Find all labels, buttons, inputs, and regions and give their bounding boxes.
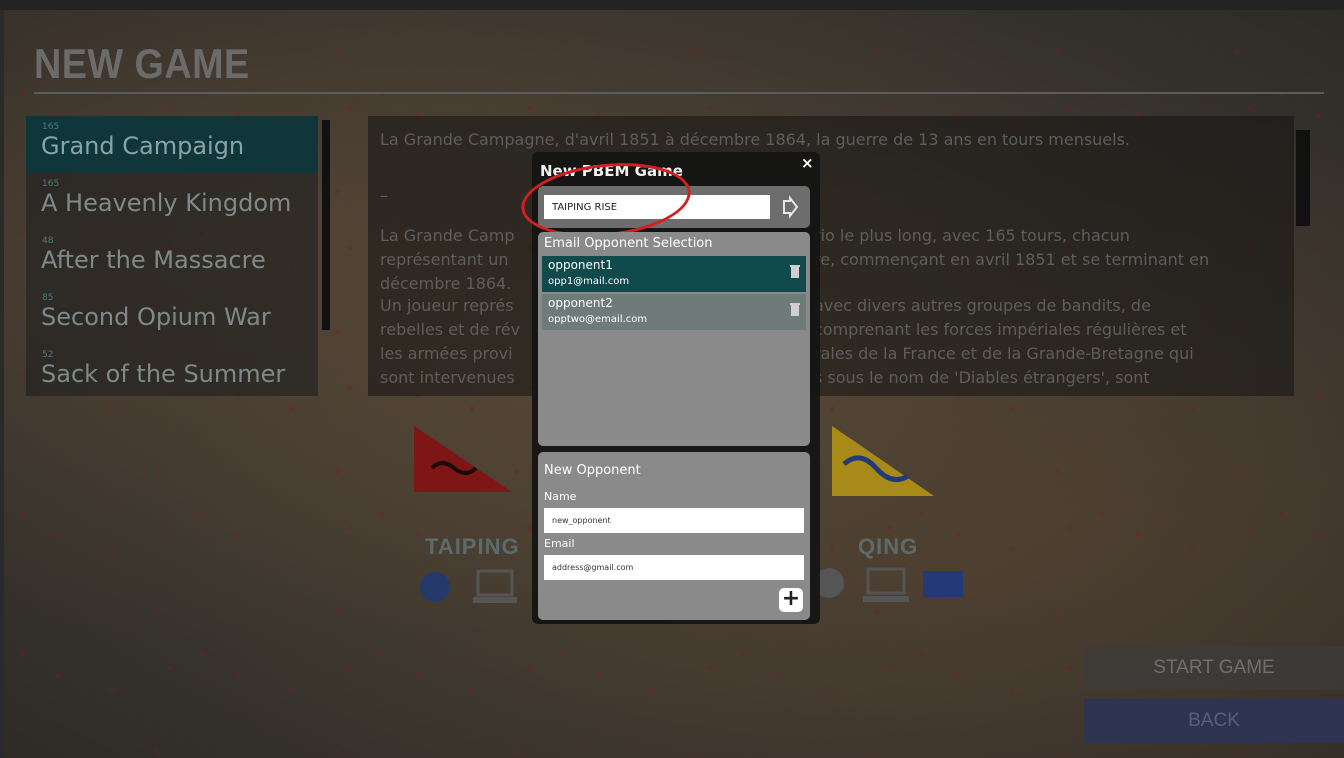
description-line: sont intervenues: [380, 368, 515, 387]
scenario-turns: 165: [42, 122, 60, 132]
title-divider: [34, 92, 1324, 94]
page-title: NEW GAME: [34, 40, 250, 87]
opponent-selection-title: Email Opponent Selection: [544, 236, 713, 251]
trash-icon[interactable]: [790, 302, 800, 316]
description-line: décembre 1864.: [380, 274, 512, 293]
qing-flag-icon: [832, 426, 934, 496]
scenario-scrollbar[interactable]: [322, 120, 330, 330]
opponent-name: opponent1: [548, 258, 613, 272]
opponent-row[interactable]: opponent1 opp1@mail.com: [542, 256, 806, 292]
scenario-turns: 165: [42, 179, 60, 189]
scenario-description: La Grande Campagne, d'avril 1851 à décem…: [368, 116, 1294, 396]
window-top-bar: [0, 0, 1344, 10]
computer-player-icon[interactable]: [862, 566, 910, 606]
scenario-name: Sack of the Summer: [41, 360, 286, 388]
description-line: les armées provi: [380, 344, 513, 363]
add-opponent-button[interactable]: +: [779, 588, 803, 612]
description-line: représentant un: [380, 250, 509, 269]
faction-label-taiping: TAIPING: [425, 534, 520, 559]
scenario-name: After the Massacre: [41, 246, 266, 274]
scenario-item-second-opium-war[interactable]: 85 Second Opium War: [26, 287, 318, 344]
email-label: Email: [544, 537, 575, 550]
description-line: rebelles et de rév: [380, 320, 521, 339]
opponent-email-input[interactable]: [544, 555, 804, 580]
description-line: rio le plus long, avec 165 tours, chacun: [814, 226, 1130, 245]
taiping-flag-icon: [414, 426, 512, 492]
scenario-item-heavenly-kingdom[interactable]: 165 A Heavenly Kingdom: [26, 173, 318, 230]
scenario-name: Second Opium War: [41, 303, 271, 331]
scenario-list: 165 Grand Campaign 165 A Heavenly Kingdo…: [26, 116, 318, 396]
description-scrollbar[interactable]: [1296, 130, 1310, 226]
description-line: rales de la France et de la Grande-Breta…: [814, 344, 1194, 363]
new-opponent-title: New Opponent: [544, 463, 641, 478]
opponent-row[interactable]: opponent2 opptwo@email.com: [542, 294, 806, 330]
description-line: La Grande Camp: [380, 226, 515, 245]
opponent-email: opptwo@email.com: [548, 314, 648, 325]
computer-player-icon[interactable]: [472, 568, 518, 606]
scenario-turns: 52: [42, 350, 54, 360]
trash-icon[interactable]: [790, 264, 800, 278]
description-line: s sous le nom de 'Diables étrangers', so…: [814, 368, 1150, 387]
close-icon[interactable]: ×: [801, 154, 814, 172]
game-screen: NEW GAME 165 Grand Campaign 165 A Heaven…: [0, 0, 1344, 758]
scenario-item-after-massacre[interactable]: 48 After the Massacre: [26, 230, 318, 287]
description-intro: La Grande Campagne, d'avril 1851 à décem…: [380, 130, 1131, 149]
description-dash: –: [380, 186, 388, 205]
description-line: comprenant les forces impériales réguliè…: [814, 320, 1187, 339]
opponent-name: opponent2: [548, 296, 613, 310]
scenario-item-sack-summer[interactable]: 52 Sack of the Summer: [26, 344, 318, 396]
scenario-turns: 85: [42, 293, 54, 303]
name-label: Name: [544, 490, 577, 503]
opponent-email: opp1@mail.com: [548, 276, 630, 287]
scenario-name: A Heavenly Kingdom: [41, 189, 292, 217]
scenario-name: Grand Campaign: [41, 132, 245, 160]
start-game-button[interactable]: START GAME: [1084, 646, 1344, 690]
scenario-turns: 48: [42, 236, 54, 246]
scenario-item-grand-campaign[interactable]: 165 Grand Campaign: [26, 116, 318, 173]
arrow-icon[interactable]: [778, 195, 802, 219]
description-line: Un joueur représ: [380, 296, 514, 315]
description-line: re, commençant en avril 1851 et se termi…: [814, 250, 1210, 269]
opponent-name-input[interactable]: [544, 508, 804, 533]
email-player-icon[interactable]: [922, 570, 964, 598]
human-player-icon[interactable]: [418, 570, 452, 604]
description-line: avec divers autres groupes de bandits, d…: [814, 296, 1151, 315]
back-button[interactable]: BACK: [1084, 699, 1344, 743]
faction-label-qing: QING: [858, 534, 919, 559]
